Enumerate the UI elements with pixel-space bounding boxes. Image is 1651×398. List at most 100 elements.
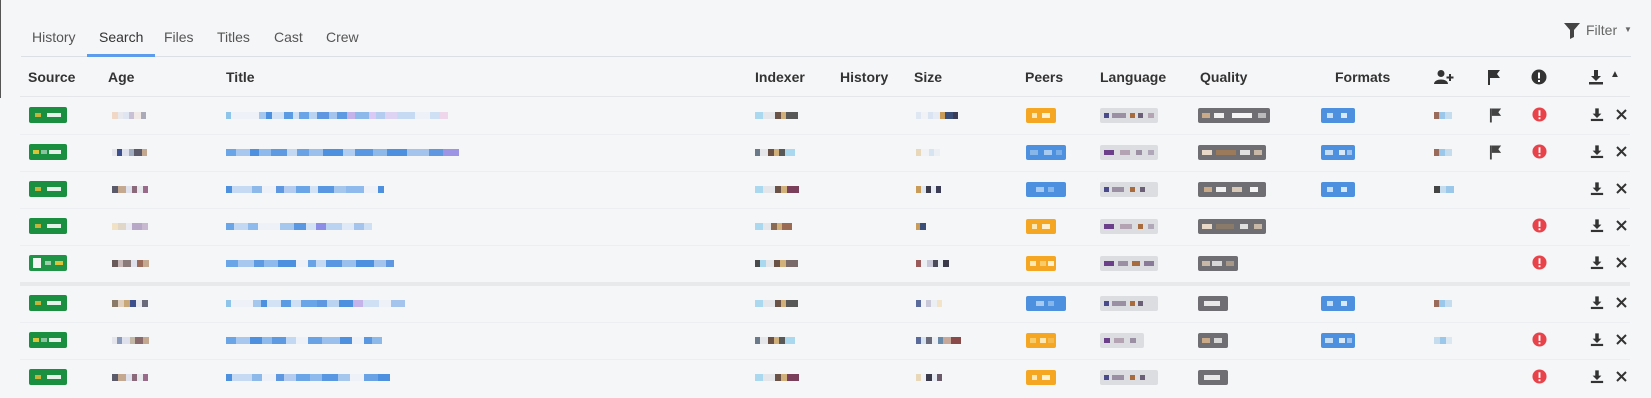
format-badge: [1321, 145, 1355, 160]
quality-badge: [1198, 108, 1270, 123]
sort-asc-icon[interactable]: ▲: [1610, 56, 1620, 94]
close-icon[interactable]: [1616, 183, 1627, 194]
quality-badge: [1198, 182, 1266, 197]
uploader-cell: [1434, 112, 1452, 119]
column-quality[interactable]: Quality: [1200, 58, 1247, 96]
flag-icon[interactable]: [1489, 107, 1503, 123]
age-cell: [112, 300, 148, 307]
table-row[interactable]: [20, 171, 1630, 209]
uploader-cell: [1434, 300, 1452, 307]
alert-icon[interactable]: [1531, 69, 1547, 85]
download-icon[interactable]: [1588, 69, 1604, 85]
source-badge: [29, 295, 67, 311]
indexer-cell: [755, 149, 795, 156]
peers-badge: [1026, 333, 1056, 348]
source-badge: [29, 144, 67, 160]
peers-badge: [1026, 219, 1056, 234]
tab-bar: History Search Files Titles Cast Crew: [21, 18, 1631, 57]
title-cell: [226, 260, 394, 267]
quality-badge: [1198, 296, 1228, 311]
download-icon[interactable]: [1590, 107, 1604, 122]
tab-crew[interactable]: Crew: [326, 18, 359, 55]
title-cell: [226, 112, 448, 119]
quality-badge: [1198, 333, 1228, 348]
format-badge: [1321, 333, 1355, 348]
peers-badge: [1026, 370, 1056, 385]
quality-badge: [1198, 370, 1228, 385]
column-source[interactable]: Source: [28, 58, 75, 96]
indexer-cell: [755, 337, 795, 344]
table-row[interactable]: [20, 97, 1630, 135]
column-age[interactable]: Age: [108, 58, 134, 96]
title-cell: [226, 337, 382, 344]
language-badge: [1100, 296, 1158, 311]
alert-icon[interactable]: [1532, 332, 1547, 347]
alert-icon[interactable]: [1532, 369, 1547, 384]
source-badge: [29, 332, 67, 348]
tab-cast[interactable]: Cast: [274, 18, 303, 55]
source-badge: [29, 369, 67, 385]
column-history[interactable]: History: [840, 58, 888, 96]
alert-icon[interactable]: [1532, 144, 1547, 159]
close-icon[interactable]: [1616, 257, 1627, 268]
table-row[interactable]: [20, 285, 1630, 323]
table-row[interactable]: [20, 322, 1630, 360]
size-cell: [916, 186, 941, 193]
alert-icon[interactable]: [1532, 107, 1547, 122]
column-size[interactable]: Size: [914, 58, 942, 96]
download-icon[interactable]: [1590, 332, 1604, 347]
language-badge: [1100, 145, 1158, 160]
alert-icon[interactable]: [1532, 218, 1547, 233]
download-icon[interactable]: [1590, 255, 1604, 270]
table-row[interactable]: [20, 245, 1630, 286]
indexer-cell: [755, 260, 798, 267]
size-cell: [916, 260, 949, 267]
column-formats[interactable]: Formats: [1335, 58, 1390, 96]
table-row[interactable]: [20, 134, 1630, 172]
close-icon[interactable]: [1616, 334, 1627, 345]
close-icon[interactable]: [1616, 146, 1627, 157]
funnel-icon: [1564, 23, 1580, 39]
tab-search[interactable]: Search: [86, 18, 156, 57]
table-row[interactable]: [20, 208, 1630, 246]
age-cell: [112, 186, 148, 193]
peers-badge: [1026, 145, 1066, 160]
tab-history[interactable]: History: [32, 18, 76, 55]
size-cell: [916, 223, 926, 230]
add-user-icon[interactable]: [1434, 69, 1454, 85]
flag-icon[interactable]: [1489, 144, 1503, 160]
alert-icon[interactable]: [1532, 255, 1547, 270]
window-edge: [0, 0, 1, 98]
peers-badge: [1026, 182, 1066, 197]
close-icon[interactable]: [1616, 371, 1627, 382]
tab-titles[interactable]: Titles: [217, 18, 250, 55]
download-icon[interactable]: [1590, 295, 1604, 310]
title-cell: [226, 374, 390, 381]
language-badge: [1100, 370, 1158, 385]
format-badge: [1321, 296, 1355, 311]
quality-badge: [1198, 219, 1266, 234]
download-icon[interactable]: [1590, 144, 1604, 159]
size-cell: [916, 337, 961, 344]
language-badge: [1100, 333, 1144, 348]
column-language[interactable]: Language: [1100, 58, 1166, 96]
size-cell: [916, 374, 942, 381]
title-cell: [226, 300, 405, 307]
peers-badge: [1026, 296, 1066, 311]
tab-files[interactable]: Files: [164, 18, 194, 55]
column-title[interactable]: Title: [226, 58, 255, 96]
size-cell: [916, 300, 942, 307]
column-peers[interactable]: Peers: [1025, 58, 1063, 96]
close-icon[interactable]: [1616, 109, 1627, 120]
download-icon[interactable]: [1590, 218, 1604, 233]
flag-icon[interactable]: [1487, 69, 1502, 85]
close-icon[interactable]: [1616, 220, 1627, 231]
download-icon[interactable]: [1590, 369, 1604, 384]
table-row[interactable]: [20, 359, 1630, 396]
column-indexer[interactable]: Indexer: [755, 58, 805, 96]
age-cell: [112, 149, 147, 156]
source-badge: [29, 218, 67, 234]
uploader-cell: [1434, 149, 1452, 156]
close-icon[interactable]: [1616, 297, 1627, 308]
download-icon[interactable]: [1590, 181, 1604, 196]
